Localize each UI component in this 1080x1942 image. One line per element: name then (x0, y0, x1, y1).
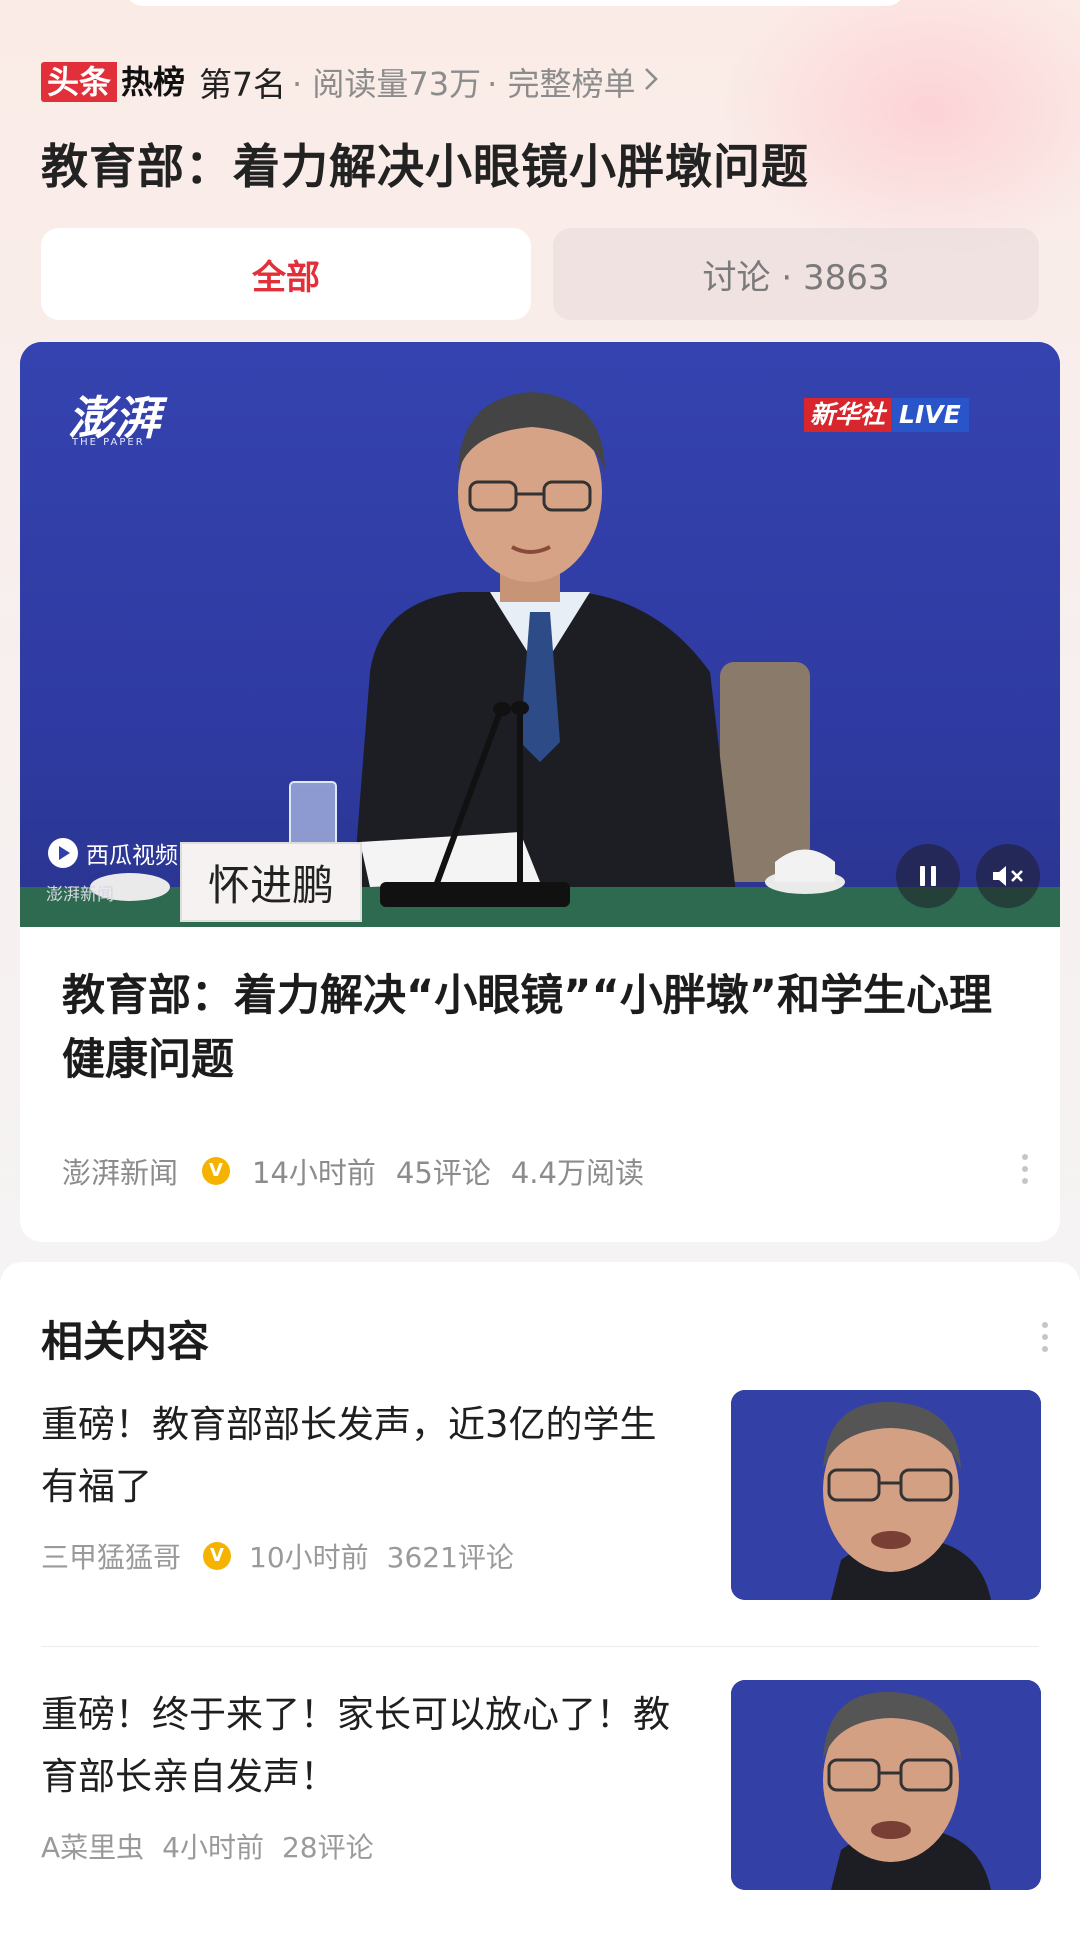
live-badge-source: 新华社 (804, 398, 892, 432)
xigua-watermark: 西瓜视频 (48, 836, 178, 870)
verified-badge-icon: V (202, 1157, 231, 1185)
related-item-thumbnail[interactable] (731, 1390, 1041, 1600)
nameplate: 怀进鹏 (180, 842, 362, 922)
list-item[interactable]: 重磅！教育部部长发声，近3亿的学生有福了 三甲猛猛哥 V 10小时前 3621评… (41, 1390, 1041, 1604)
list-item[interactable]: 重磅！终于来了！家长可以放心了！教育部长亲自发声！ A菜里虫 4小时前 28评论 (41, 1680, 1041, 1894)
publish-time: 10小时前 (249, 1541, 369, 1574)
featured-article-card[interactable]: 怀进鹏 澎湃 THE PAPER 新华社 LIVE 西瓜视频 澎湃新闻 教育部：… (20, 342, 1060, 1242)
full-list-link[interactable]: · 完整榜单 (487, 59, 635, 105)
more-options-icon[interactable] (1042, 1322, 1050, 1358)
chevron-right-icon[interactable] (643, 65, 659, 100)
publish-time: 14小时前 (252, 1156, 376, 1190)
mute-button[interactable] (976, 844, 1040, 908)
live-badge-live: LIVE (891, 398, 969, 432)
more-options-icon[interactable] (1022, 1154, 1030, 1190)
tab-discussion[interactable]: 讨论 · 3863 (553, 228, 1039, 320)
related-item-thumbnail[interactable] (731, 1680, 1041, 1890)
toutiao-hot-list-logo: 头条 热榜 (41, 62, 187, 102)
related-content-section: 相关内容 重磅！教育部部长发声，近3亿的学生有福了 三甲猛猛哥 V 10小时前 … (0, 1262, 1080, 1942)
author-name[interactable]: 三甲猛猛哥 (41, 1536, 181, 1576)
source-name[interactable]: 澎湃新闻 (62, 1150, 178, 1192)
the-paper-watermark-sub: THE PAPER (72, 437, 145, 448)
read-count: 4.4万阅读 (510, 1156, 644, 1190)
xigua-play-icon (48, 838, 78, 868)
related-item-title[interactable]: 重磅！教育部部长发声，近3亿的学生有福了 (41, 1394, 691, 1518)
comment-count: 28评论 (281, 1831, 374, 1864)
featured-article-title[interactable]: 教育部：着力解决“小眼镜”“小胖墩”和学生心理健康问题 (62, 964, 1012, 1092)
video-source-watermark: 澎湃新闻 (46, 885, 114, 905)
topic-title: 教育部：着力解决小眼镜小胖墩问题 (41, 140, 809, 195)
related-item-meta: 三甲猛猛哥 V 10小时前 3621评论 (41, 1536, 532, 1576)
list-divider (41, 1646, 1039, 1647)
verified-badge-icon: V (203, 1542, 232, 1570)
publish-time: 4小时前 (162, 1831, 264, 1864)
tab-all[interactable]: 全部 (41, 228, 531, 320)
related-item-title[interactable]: 重磅！终于来了！家长可以放心了！教育部长亲自发声！ (41, 1684, 691, 1808)
nameplate-text: 怀进鹏 (207, 860, 334, 910)
pause-icon (920, 866, 936, 886)
live-badge: 新华社 LIVE (804, 398, 969, 432)
comment-count: 3621评论 (386, 1541, 514, 1574)
hot-list-row: 头条 热榜 第7名 · 阅读量73万 · 完整榜单 (41, 60, 659, 104)
search-bar-edge[interactable] (125, 0, 905, 6)
speaker-thumbnail-image (731, 1680, 1041, 1890)
xigua-text: 西瓜视频 (86, 843, 178, 869)
related-item-meta: A菜里虫 4小时前 28评论 (41, 1826, 392, 1866)
speaker-muted-icon (993, 866, 1023, 886)
pause-button[interactable] (896, 844, 960, 908)
logo-toutiao-text: 头条 (41, 62, 118, 102)
comment-count: 45评论 (395, 1156, 491, 1190)
featured-article-meta: 澎湃新闻 V 14小时前 45评论 4.4万阅读 (62, 1150, 664, 1192)
logo-rebang-text: 热榜 (121, 63, 186, 101)
related-heading: 相关内容 (41, 1317, 210, 1366)
speaker-thumbnail-image (731, 1390, 1041, 1600)
read-count: · 阅读量73万 (292, 65, 482, 103)
author-name[interactable]: A菜里虫 (41, 1826, 144, 1866)
hot-rank: 第7名 (199, 65, 287, 104)
video-player[interactable]: 怀进鹏 澎湃 THE PAPER 新华社 LIVE 西瓜视频 澎湃新闻 (20, 342, 1060, 927)
